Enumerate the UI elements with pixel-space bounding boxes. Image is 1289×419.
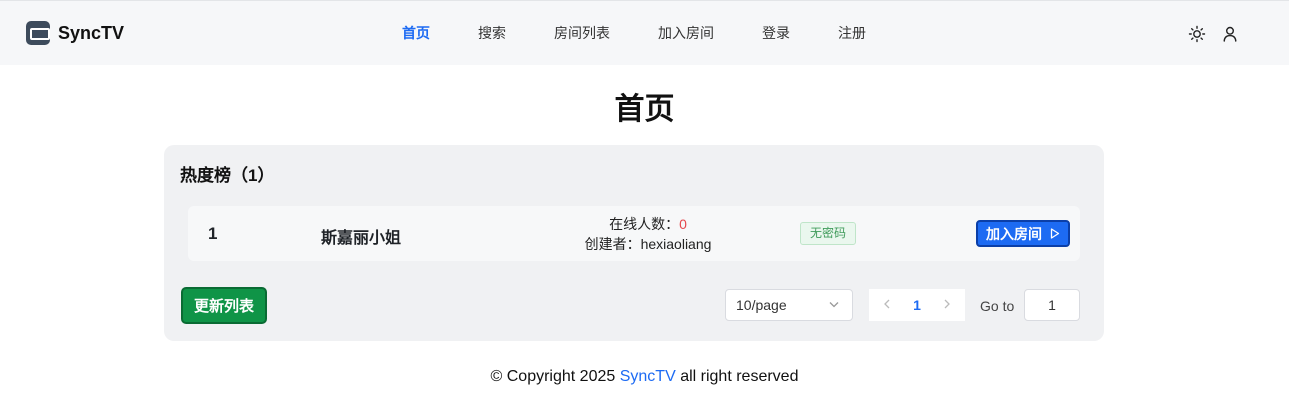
- room-name: 斯嘉丽小姐: [321, 230, 402, 247]
- footer: © Copyright 2025 SyncTV all right reserv…: [0, 368, 1289, 386]
- card-title: 热度榜（1）: [180, 166, 275, 185]
- pagination: 1: [869, 289, 965, 321]
- room-rank: 1: [208, 224, 218, 243]
- rights-text: all right reserved: [680, 368, 799, 385]
- online-count: 0: [679, 216, 687, 232]
- next-page-icon[interactable]: [937, 297, 957, 313]
- refresh-list-button[interactable]: 更新列表: [181, 287, 267, 324]
- top-navbar: SyncTV 首页 搜索 房间列表 加入房间 登录 注册: [0, 0, 1289, 65]
- nav-room-list[interactable]: 房间列表: [554, 23, 610, 43]
- no-password-badge: 无密码: [800, 222, 857, 245]
- brand[interactable]: SyncTV: [26, 21, 124, 45]
- copyright-text: © Copyright 2025: [490, 368, 616, 385]
- room-meta: 在线人数：0 创建者：hexiaoliang: [548, 214, 748, 254]
- footer-brand-link[interactable]: SyncTV: [620, 368, 676, 385]
- page-number-current[interactable]: 1: [913, 297, 921, 313]
- page-size-value: 10/page: [736, 297, 787, 313]
- hot-list-card: 热度榜（1） 1 斯嘉丽小姐 在线人数：0 创建者：hexiaoliang 无密…: [164, 145, 1104, 341]
- online-line: 在线人数：0: [548, 214, 748, 234]
- room-row: 1 斯嘉丽小姐 在线人数：0 创建者：hexiaoliang 无密码 加入房间: [188, 206, 1080, 261]
- nav-join-room[interactable]: 加入房间: [658, 23, 714, 43]
- creator-name: hexiaoliang: [640, 236, 712, 252]
- brand-name: SyncTV: [58, 22, 125, 43]
- creator-label: 创建者：: [584, 236, 641, 252]
- creator-line: 创建者：hexiaoliang: [548, 234, 748, 254]
- nav-register[interactable]: 注册: [838, 23, 866, 43]
- online-label: 在线人数：: [609, 216, 680, 232]
- prev-page-icon[interactable]: [877, 297, 897, 313]
- tv-logo-icon: [26, 21, 50, 45]
- user-icon[interactable]: [1221, 25, 1239, 43]
- nav-login[interactable]: 登录: [762, 23, 790, 43]
- goto-label: Go to: [980, 298, 1015, 314]
- nav-home[interactable]: 首页: [402, 23, 430, 43]
- page-title: 首页: [614, 93, 675, 126]
- goto-page-input[interactable]: [1024, 289, 1080, 321]
- nav-search[interactable]: 搜索: [478, 23, 506, 43]
- join-room-button[interactable]: 加入房间: [976, 220, 1070, 247]
- chevron-down-icon: [828, 290, 840, 331]
- join-room-label: 加入房间: [986, 225, 1042, 242]
- play-icon: [1050, 228, 1060, 239]
- page-size-select[interactable]: 10/page: [725, 289, 853, 321]
- sun-icon[interactable]: [1188, 25, 1206, 43]
